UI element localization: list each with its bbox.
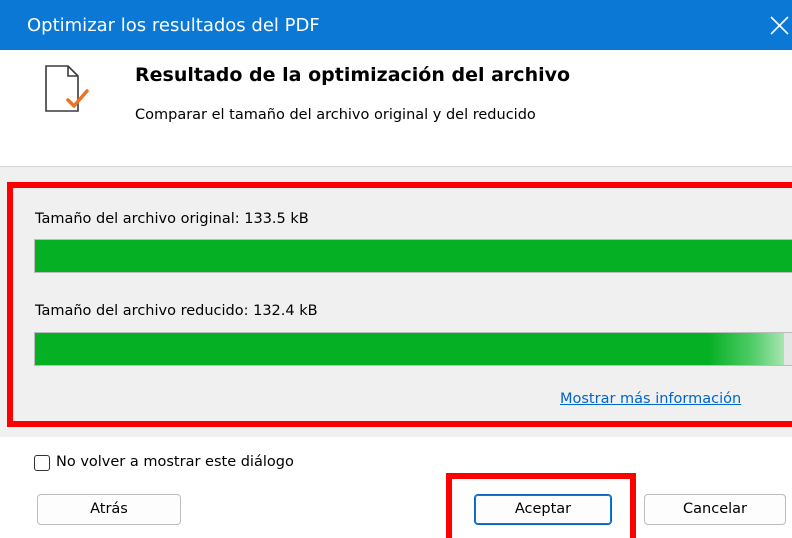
cancel-button[interactable]: Cancelar <box>644 494 786 525</box>
close-icon[interactable] <box>762 10 792 40</box>
dialog-titlebar: Optimizar los resultados del PDF <box>0 0 792 50</box>
back-button[interactable]: Atrás <box>37 494 181 525</box>
dont-show-again-label[interactable]: No volver a mostrar este diálogo <box>56 454 294 470</box>
dialog-title: Optimizar los resultados del PDF <box>27 15 320 36</box>
result-title: Resultado de la optimización del archivo <box>135 64 571 86</box>
more-info-link[interactable]: Mostrar más información <box>560 391 741 407</box>
dont-show-again-checkbox[interactable] <box>34 455 50 471</box>
highlight-box-accept <box>446 473 636 538</box>
result-subtitle: Comparar el tamaño del archivo original … <box>135 107 536 123</box>
document-check-icon <box>45 65 89 112</box>
